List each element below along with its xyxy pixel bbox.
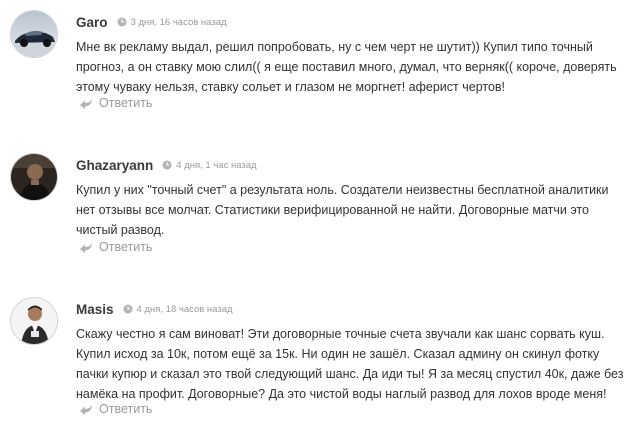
reply-arrow-icon (80, 405, 92, 415)
avatar[interactable] (10, 153, 58, 201)
avatar[interactable] (10, 297, 58, 345)
comment-author[interactable]: Garo (76, 15, 108, 30)
avatar-person-icon (11, 154, 57, 200)
comment-header: Masis 4 дня, 18 часов назад (76, 299, 233, 319)
comment-date[interactable]: 4 дня, 1 час назад (176, 160, 256, 171)
comment-date[interactable]: 4 дня, 18 часов назад (137, 304, 233, 315)
avatar-person-icon (11, 298, 57, 344)
reply-button[interactable]: Ответить (79, 96, 152, 110)
comment-text: Скажу честно я сам виноват! Эти договорн… (76, 327, 624, 401)
reply-label: Ответить (99, 240, 153, 254)
reply-button[interactable]: Ответить (79, 240, 152, 254)
clock-icon (123, 304, 133, 314)
avatar-car-icon (11, 11, 57, 57)
reply-label: Ответить (99, 402, 153, 416)
comment-header: Ghazaryann 4 дня, 1 час назад (76, 155, 257, 175)
reply-arrow-icon (80, 99, 92, 109)
comment-author[interactable]: Ghazaryann (76, 158, 153, 173)
clock-icon (162, 160, 172, 170)
comment-header: Garo 3 дня, 16 часов назад (76, 12, 227, 32)
comment-text: Мне вк рекламу выдал, решил попробовать,… (76, 40, 617, 94)
reply-label: Ответить (99, 96, 153, 110)
reply-arrow-icon (80, 243, 92, 253)
comment-date[interactable]: 3 дня, 16 часов назад (131, 17, 227, 28)
comment-author[interactable]: Masis (76, 302, 114, 317)
clock-icon (117, 17, 127, 27)
reply-button[interactable]: Ответить (79, 402, 152, 416)
comment-text: Купил у них "точный счет" а результата н… (76, 183, 609, 237)
avatar[interactable] (10, 10, 58, 58)
